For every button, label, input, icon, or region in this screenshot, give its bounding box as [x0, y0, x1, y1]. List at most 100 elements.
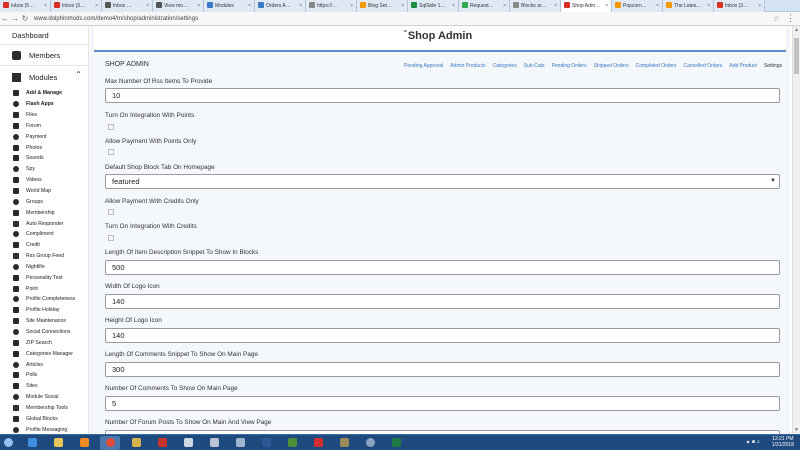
shop-admin-nav-link[interactable]: Categories: [493, 63, 517, 69]
start-button[interactable]: [0, 435, 16, 451]
browser-tab[interactable]: The Lates… ×: [663, 0, 714, 12]
close-tab-icon[interactable]: ×: [44, 0, 47, 12]
media-player-app-icon[interactable]: [74, 436, 94, 450]
scroll-down-icon[interactable]: ▼: [794, 427, 799, 433]
sidebar-module-item[interactable]: Point: [0, 283, 88, 294]
sidebar-module-item[interactable]: Files: [0, 110, 88, 121]
sidebar-module-item[interactable]: Site Maintenance: [0, 316, 88, 327]
rss-items-input[interactable]: 10: [105, 88, 780, 103]
sidebar-module-item[interactable]: Profile Holiday: [0, 305, 88, 316]
shop-admin-nav-link[interactable]: Pending Approval: [404, 63, 443, 69]
sidebar-module-item[interactable]: Global Blocks: [0, 413, 88, 424]
comments-snippet-input[interactable]: 300: [105, 362, 780, 377]
default-tab-select[interactable]: featured ▼: [105, 174, 780, 189]
sidebar-module-item[interactable]: Rss Group Feed: [0, 251, 88, 262]
bug-app-icon[interactable]: [334, 436, 354, 450]
browser-tab[interactable]: Inbox (5… ×: [0, 0, 51, 12]
sidebar-module-item[interactable]: ZIP Search: [0, 337, 88, 348]
reload-icon[interactable]: ↻: [20, 14, 30, 23]
close-tab-icon[interactable]: ×: [605, 0, 608, 12]
browser-tab[interactable]: Modules ×: [204, 0, 255, 12]
browser-tab[interactable]: Blocks ar… ×: [510, 0, 561, 12]
ie-app-icon[interactable]: [22, 436, 42, 450]
chrome-app-icon[interactable]: [100, 435, 120, 450]
bookmark-star-icon[interactable]: ☆: [773, 14, 780, 23]
close-tab-icon[interactable]: ×: [401, 0, 404, 12]
sidebar-module-item[interactable]: Membership: [0, 207, 88, 218]
sidebar-module-item[interactable]: World Map: [0, 186, 88, 197]
logo-height-input[interactable]: 140: [105, 328, 780, 343]
close-tab-icon[interactable]: ×: [146, 0, 149, 12]
sidebar-module-item[interactable]: Polls: [0, 370, 88, 381]
scroll-up-icon[interactable]: ▲: [794, 27, 799, 33]
filezilla-app-icon[interactable]: [152, 436, 172, 450]
sidebar-module-item[interactable]: Personality Test: [0, 272, 88, 283]
browser-tab[interactable]: https://… ×: [306, 0, 357, 12]
close-tab-icon[interactable]: ×: [452, 0, 455, 12]
logo-width-input[interactable]: 140: [105, 294, 780, 309]
sidebar-module-item[interactable]: Add & Manage: [0, 88, 88, 99]
sidebar-module-item[interactable]: Forum: [0, 121, 88, 132]
sidebar-item-members[interactable]: Members: [0, 45, 88, 66]
excel-app-icon[interactable]: [386, 436, 406, 450]
shop-admin-nav-link[interactable]: Add Product: [729, 63, 757, 69]
sidebar-module-item[interactable]: Videos: [0, 175, 88, 186]
close-tab-icon[interactable]: ×: [656, 0, 659, 12]
sidebar-module-item[interactable]: Profile Messaging: [0, 424, 88, 434]
browser-tab[interactable]: SqlSide 1… ×: [408, 0, 459, 12]
sidebar-module-item[interactable]: Compliment: [0, 229, 88, 240]
shop-admin-nav-link[interactable]: Completed Orders: [636, 63, 677, 69]
sidebar-module-item[interactable]: Payment: [0, 131, 88, 142]
close-tab-icon[interactable]: ×: [95, 0, 98, 12]
close-tab-icon[interactable]: ×: [503, 0, 506, 12]
notepad-app-icon[interactable]: [230, 436, 250, 450]
browser-menu-icon[interactable]: ⋮: [786, 13, 795, 24]
sidebar-module-item[interactable]: Flash Apps: [0, 99, 88, 110]
close-tab-icon[interactable]: ×: [248, 0, 251, 12]
system-tray-icons[interactable]: ▲ ■ ♫: [746, 439, 761, 445]
credits-only-checkbox[interactable]: [108, 209, 114, 215]
word-app-icon[interactable]: [256, 436, 276, 450]
shop-admin-nav-link[interactable]: Pending Orders: [552, 63, 587, 69]
sidebar-module-item[interactable]: Module Social: [0, 392, 88, 403]
folder-app-icon[interactable]: [126, 436, 146, 450]
close-tab-icon[interactable]: ×: [299, 0, 302, 12]
acrobat-app-icon[interactable]: [308, 436, 328, 450]
browser-tab[interactable]: Shop Adm… ×: [561, 0, 612, 12]
close-tab-icon[interactable]: ×: [350, 0, 353, 12]
close-tab-icon[interactable]: ×: [758, 0, 761, 12]
browser-tab[interactable]: Inbox (3… ×: [51, 0, 102, 12]
calculator-app-icon[interactable]: [204, 436, 224, 450]
chevron-up-icon[interactable]: ⌃: [75, 70, 82, 79]
sidebar-module-item[interactable]: Sounds: [0, 153, 88, 164]
points-only-checkbox[interactable]: [108, 149, 114, 155]
forward-icon[interactable]: →: [10, 14, 20, 23]
shop-admin-nav-link[interactable]: Cancelled Orders: [683, 63, 722, 69]
sidebar-module-item[interactable]: Groups: [0, 196, 88, 207]
close-tab-icon[interactable]: ×: [554, 0, 557, 12]
shop-admin-nav-link[interactable]: Shipped Orders: [594, 63, 629, 69]
system-clock[interactable]: 12:21 PM 1/31/2018: [772, 436, 794, 448]
browser-tab[interactable]: Blog Set… ×: [357, 0, 408, 12]
shop-admin-nav-link[interactable]: Admin Products: [450, 63, 485, 69]
points-integration-checkbox[interactable]: [108, 124, 114, 130]
browser-tab[interactable]: Popcorn… ×: [612, 0, 663, 12]
close-tab-icon[interactable]: ×: [707, 0, 710, 12]
scrollbar-thumb[interactable]: [794, 38, 799, 74]
browser-tab[interactable]: View mo… ×: [153, 0, 204, 12]
turtle-app-icon[interactable]: [282, 436, 302, 450]
browser-tab[interactable]: Inbox … ×: [102, 0, 153, 12]
sidebar-module-item[interactable]: Nightlife: [0, 262, 88, 273]
shop-admin-nav-link[interactable]: Sub-Cats: [524, 63, 545, 69]
browser-tab[interactable]: Request… ×: [459, 0, 510, 12]
url-input[interactable]: www.dolphinmods.com/demo4/m/shop/adminis…: [34, 16, 198, 22]
sidebar-module-item[interactable]: Social Connections: [0, 327, 88, 338]
shop-admin-nav-link[interactable]: Settings: [764, 63, 782, 69]
browser-tab[interactable]: Orders A… ×: [255, 0, 306, 12]
sidebar-module-item[interactable]: Sites: [0, 381, 88, 392]
sidebar-module-item[interactable]: Categories Manager: [0, 348, 88, 359]
sidebar-module-item[interactable]: Photos: [0, 142, 88, 153]
page-scrollbar[interactable]: ▲ ▼: [792, 26, 800, 434]
browser-tab[interactable]: Inbox (3… ×: [714, 0, 765, 12]
close-tab-icon[interactable]: ×: [197, 0, 200, 12]
